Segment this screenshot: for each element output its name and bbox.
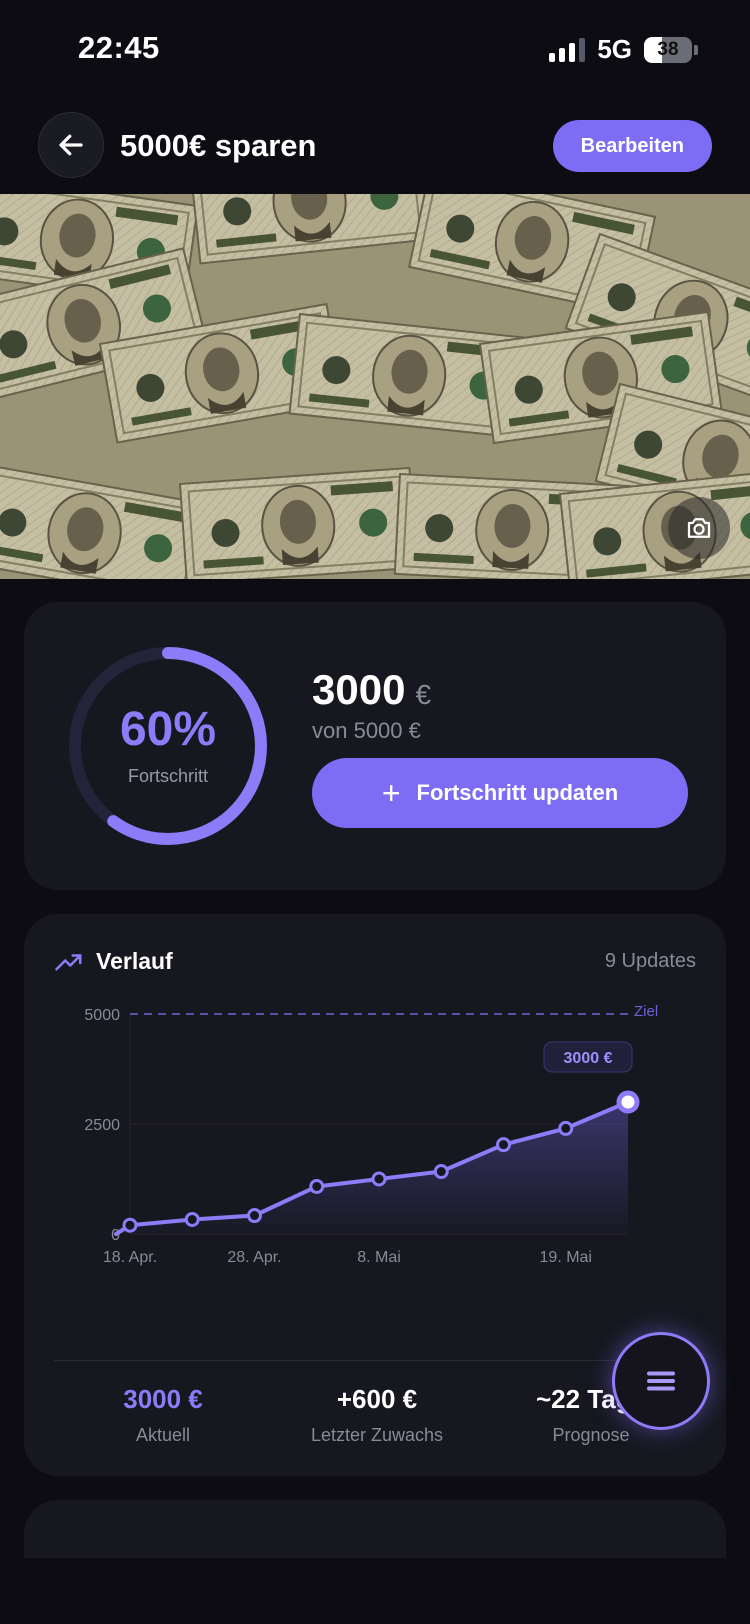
screen-bottom [0, 1558, 750, 1624]
battery-cap [694, 44, 698, 55]
history-title: Verlauf [96, 948, 173, 974]
y-tick-label: 5000 [84, 1007, 120, 1024]
x-tick-label: 28. Apr. [227, 1249, 281, 1266]
menu-icon [647, 1371, 675, 1391]
x-tick-label: 8. Mai [357, 1249, 401, 1266]
progress-percent: 60% [119, 703, 217, 756]
chart-point [371, 1171, 387, 1187]
progress-label: Fortschritt [127, 766, 208, 786]
battery-icon: 38 [644, 36, 692, 63]
y-tick-label: 2500 [84, 1117, 120, 1134]
chart-point [558, 1120, 574, 1136]
banknotes-picture [0, 194, 750, 579]
divider [54, 1360, 696, 1361]
status-indicators: 5G 38 [549, 34, 698, 65]
stat-current: 3000 € Aktuell [56, 1384, 270, 1446]
chart-point [122, 1217, 138, 1233]
header: 5000€ sparen Bearbeiten [0, 110, 750, 184]
goal-amount: von 5000 € [312, 718, 421, 743]
x-tick-label: 18. Apr. [103, 1249, 157, 1266]
update-progress-button[interactable]: + Fortschritt updaten [312, 758, 688, 828]
chart-point [247, 1208, 262, 1224]
page-title: 5000€ sparen [120, 128, 317, 163]
progress-card: 60% Fortschritt 3000 € von 5000 € + Forts… [24, 602, 726, 890]
battery-level: 38 [657, 38, 679, 60]
stat-last-increase-value: +600 € [336, 1384, 418, 1414]
chart-point-latest [616, 1090, 640, 1114]
stat-current-value: 3000 € [123, 1384, 203, 1414]
trending-up-icon [55, 954, 82, 971]
arrow-left-icon [59, 134, 83, 156]
camera-icon [687, 518, 711, 538]
network-label: 5G [597, 34, 632, 64]
current-amount-value: 3000 [312, 666, 406, 713]
goal-cover-image[interactable] [0, 194, 750, 579]
chart-point [184, 1211, 200, 1227]
x-tick-label: 19. Mai [540, 1249, 592, 1266]
signal-icon [549, 37, 586, 62]
status-time: 22:45 [78, 30, 160, 65]
chart-point [433, 1164, 449, 1180]
edit-button[interactable]: Bearbeiten [552, 120, 712, 172]
menu-button[interactable] [612, 1332, 710, 1430]
goal-label: Ziel [634, 1003, 658, 1020]
plus-icon: + [381, 775, 401, 811]
status-bar: 22:45 5G 38 [0, 0, 750, 100]
stat-last-increase: +600 € Letzter Zuwachs [270, 1384, 484, 1446]
history-chart: 500025000Ziel3000 €18. Apr. 28. Apr. 8. Ma… [84, 1003, 658, 1266]
back-button[interactable] [38, 112, 104, 178]
update-progress-label: Fortschritt updaten [416, 780, 619, 805]
currency-symbol: € [415, 679, 432, 710]
chart-point [496, 1137, 511, 1153]
chart-point [309, 1178, 325, 1194]
latest-value-label: 3000 € [564, 1050, 613, 1067]
update-count: 9 Updates [604, 950, 696, 972]
change-photo-button[interactable] [668, 497, 730, 559]
stat-last-increase-label: Letzter Zuwachs [310, 1425, 444, 1445]
stat-current-label: Aktuell [135, 1425, 191, 1445]
current-amount: 3000 € [312, 666, 431, 714]
